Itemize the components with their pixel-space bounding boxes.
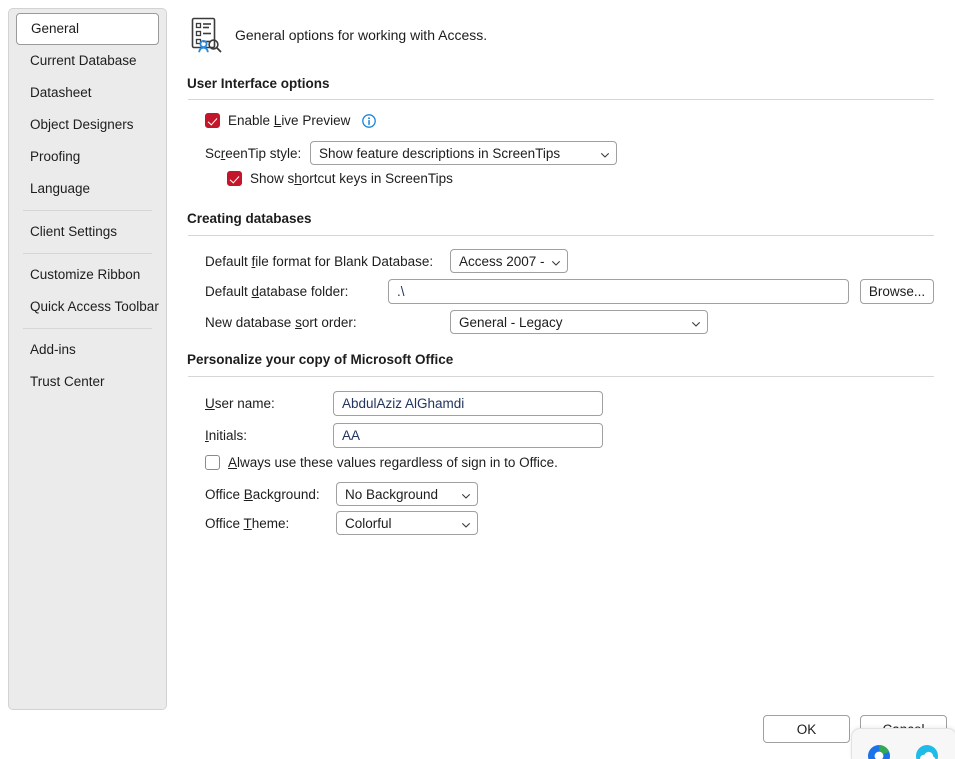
user-name-input[interactable]: AbdulAziz AlGhamdi bbox=[333, 391, 603, 416]
app-icon-globe[interactable] bbox=[866, 743, 892, 759]
options-content-pane: General options for working with Access.… bbox=[168, 0, 955, 750]
section-rule-personalize bbox=[188, 376, 934, 377]
chevron-down-icon bbox=[551, 256, 561, 266]
enable-live-preview-checkbox[interactable] bbox=[205, 113, 220, 128]
section-rule-user-interface-options bbox=[188, 99, 934, 100]
initials-input[interactable]: AA bbox=[333, 423, 603, 448]
sidebar-item-add-ins[interactable]: Add-ins bbox=[16, 334, 159, 366]
always-use-values-checkbox-row[interactable]: Always use these values regardless of si… bbox=[205, 455, 558, 470]
info-icon[interactable] bbox=[362, 113, 377, 128]
sidebar-item-object-designers[interactable]: Object Designers bbox=[16, 109, 159, 141]
default-database-folder-value: .\ bbox=[397, 284, 405, 299]
show-shortcut-keys-checkbox[interactable] bbox=[227, 171, 242, 186]
sidebar-separator bbox=[23, 253, 152, 254]
default-file-format-dropdown[interactable]: Access 2007 - 2016 bbox=[450, 249, 568, 273]
taskbar-flyout[interactable] bbox=[851, 728, 955, 759]
screentip-style-dropdown[interactable]: Show feature descriptions in ScreenTips bbox=[310, 141, 617, 165]
chevron-down-icon bbox=[691, 317, 701, 327]
sidebar-item-customize-ribbon[interactable]: Customize Ribbon bbox=[16, 259, 159, 291]
default-database-folder-input[interactable]: .\ bbox=[388, 279, 849, 304]
sidebar-item-language[interactable]: Language bbox=[16, 173, 159, 205]
screentip-style-label: ScreenTip style: bbox=[205, 146, 302, 161]
new-database-sort-order-value: General - Legacy bbox=[459, 314, 563, 330]
browse-button[interactable]: Browse... bbox=[860, 279, 934, 304]
always-use-values-checkbox[interactable] bbox=[205, 455, 220, 470]
initials-value: AA bbox=[342, 428, 361, 443]
sidebar-item-client-settings[interactable]: Client Settings bbox=[16, 216, 159, 248]
new-database-sort-order-label: New database sort order: bbox=[205, 315, 357, 330]
show-shortcut-keys-label: Show shortcut keys in ScreenTips bbox=[250, 171, 453, 186]
sidebar-separator bbox=[23, 210, 152, 211]
sidebar-separator bbox=[23, 328, 152, 329]
section-rule-creating-databases bbox=[188, 235, 934, 236]
options-sidebar: General Current Database Datasheet Object D… bbox=[8, 8, 167, 710]
ok-button[interactable]: OK bbox=[763, 715, 850, 743]
office-background-value: No Background bbox=[345, 486, 439, 502]
sidebar-item-trust-center[interactable]: Trust Center bbox=[16, 366, 159, 398]
enable-live-preview-label: Enable Live Preview bbox=[228, 113, 351, 128]
default-database-folder-label: Default database folder: bbox=[205, 284, 349, 299]
default-file-format-value: Access 2007 - 2016 bbox=[459, 253, 545, 269]
section-title-user-interface-options: User Interface options bbox=[187, 76, 330, 91]
user-name-value: AbdulAziz AlGhamdi bbox=[342, 396, 465, 411]
new-database-sort-order-dropdown[interactable]: General - Legacy bbox=[450, 310, 708, 334]
always-use-values-label: Always use these values regardless of si… bbox=[228, 455, 558, 470]
office-background-label: Office Background: bbox=[205, 487, 320, 502]
chevron-down-icon bbox=[600, 148, 610, 158]
general-options-icon bbox=[188, 16, 224, 54]
default-file-format-label: Default file format for Blank Database: bbox=[205, 254, 434, 269]
office-theme-label: Office Theme: bbox=[205, 516, 290, 531]
app-icon-cloud[interactable] bbox=[914, 743, 940, 759]
sidebar-item-general[interactable]: General bbox=[16, 13, 159, 45]
office-theme-value: Colorful bbox=[345, 515, 392, 531]
chevron-down-icon bbox=[461, 489, 471, 499]
office-theme-dropdown[interactable]: Colorful bbox=[336, 511, 478, 535]
pane-header: General options for working with Access. bbox=[188, 16, 487, 54]
enable-live-preview-checkbox-row[interactable]: Enable Live Preview bbox=[205, 113, 377, 128]
sidebar-item-current-database[interactable]: Current Database bbox=[16, 45, 159, 77]
user-name-label: User name: bbox=[205, 396, 275, 411]
office-background-dropdown[interactable]: No Background bbox=[336, 482, 478, 506]
chevron-down-icon bbox=[461, 518, 471, 528]
show-shortcut-keys-checkbox-row[interactable]: Show shortcut keys in ScreenTips bbox=[227, 171, 453, 186]
section-title-creating-databases: Creating databases bbox=[187, 211, 312, 226]
sidebar-item-proofing[interactable]: Proofing bbox=[16, 141, 159, 173]
initials-label: Initials: bbox=[205, 428, 248, 443]
section-title-personalize: Personalize your copy of Microsoft Offic… bbox=[187, 352, 454, 367]
pane-header-text: General options for working with Access. bbox=[235, 27, 488, 43]
sidebar-item-quick-access-toolbar[interactable]: Quick Access Toolbar bbox=[16, 291, 159, 323]
sidebar-item-datasheet[interactable]: Datasheet bbox=[16, 77, 159, 109]
screentip-style-value: Show feature descriptions in ScreenTips bbox=[319, 145, 561, 161]
